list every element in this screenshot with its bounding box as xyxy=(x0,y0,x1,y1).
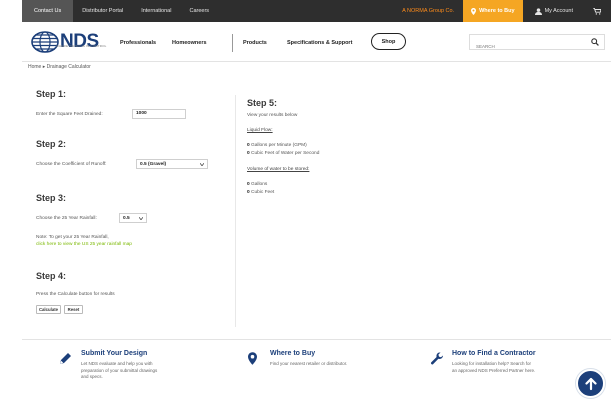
gpm-value: 0 xyxy=(247,143,250,148)
location-pin-icon xyxy=(471,7,477,15)
nav-products[interactable]: Products xyxy=(243,40,267,46)
step4-label: Press the Calculate button for results xyxy=(36,292,115,297)
chevron-down-icon xyxy=(200,163,204,166)
gpm-result: 0 Gallons per Minute (GPM) xyxy=(247,143,307,148)
step4-title: Step 4: xyxy=(36,271,67,281)
find-contractor-desc-line1: Looking for installation help? Search fo… xyxy=(452,361,532,366)
utility-bar: Contact Us Distributor Portal Internatio… xyxy=(22,0,611,22)
careers-link[interactable]: Careers xyxy=(180,0,218,22)
cfs-label: Cubic Feet of Water per Second xyxy=(251,151,320,156)
nav-divider xyxy=(232,34,233,52)
volume-heading: Volume of water to be stored: xyxy=(247,167,310,172)
rainfall-map-link[interactable]: click here to view the US 25 year rainfa… xyxy=(36,242,132,247)
where-to-buy-label: Where to Buy xyxy=(479,8,515,14)
step1-label: Enter the Square Feet Drained: xyxy=(36,112,103,117)
rainfall-select[interactable]: 0.5 xyxy=(119,213,147,223)
nav-homeowners[interactable]: Homeowners xyxy=(172,40,207,46)
where-to-buy-desc: Find your nearest retailer or distributo… xyxy=(270,361,348,366)
gpm-label: Gallons per Minute (GPM) xyxy=(251,143,307,148)
step3-label: Choose the 25 Year Rainfall: xyxy=(36,216,97,221)
runoff-coefficient-select[interactable]: 0.5 (Gravel) xyxy=(136,159,208,169)
footer-divider xyxy=(22,339,611,340)
search-input[interactable] xyxy=(470,39,580,54)
rainfall-value: 0.5 xyxy=(123,215,130,221)
cubic-feet-label: Cubic Feet xyxy=(251,190,275,195)
step5-title: Step 5: xyxy=(247,98,278,108)
norma-group-link[interactable]: A NORMA Group Co. xyxy=(393,8,463,14)
step2-label: Choose the Coefficient of Runoff: xyxy=(36,162,107,167)
main-header: NDS WHERE WATER IS IN CONTROL Profession… xyxy=(22,22,611,62)
submit-design-desc: Let NDS evaluate and help you with prepa… xyxy=(81,361,157,381)
user-icon xyxy=(534,7,542,15)
where-to-buy-button[interactable]: Where to Buy xyxy=(463,0,523,22)
cfs-value: 0 xyxy=(247,151,250,156)
international-link[interactable]: International xyxy=(132,0,180,22)
step5-label: View your results below xyxy=(247,113,298,118)
gallons-label: Gallons xyxy=(251,182,268,187)
step1-title: Step 1: xyxy=(36,89,67,99)
nav-professionals[interactable]: Professionals xyxy=(120,40,156,46)
cart-button[interactable] xyxy=(587,7,611,15)
map-pin-icon xyxy=(248,352,257,365)
search-icon[interactable] xyxy=(591,38,599,46)
distributor-portal-link[interactable]: Distributor Portal xyxy=(73,0,132,22)
find-contractor-desc: Looking for installation help? Search fo… xyxy=(452,361,535,374)
cfs-result: 0 Cubic Feet of Water per Second xyxy=(247,151,319,156)
pencil-icon xyxy=(60,353,71,364)
my-account-link[interactable]: My Account xyxy=(523,7,587,15)
find-contractor-desc-line2: an approved NDS Preferred Partner here. xyxy=(452,367,536,373)
back-to-top-button[interactable] xyxy=(576,369,605,398)
runoff-coefficient-value: 0.5 (Gravel) xyxy=(140,161,167,167)
liquid-flow-heading: Liquid Flow: xyxy=(247,128,273,133)
where-to-buy-title[interactable]: Where to Buy xyxy=(270,350,315,357)
wrench-icon xyxy=(430,352,443,365)
contact-us-link[interactable]: Contact Us xyxy=(22,0,74,22)
gallons-value: 0 xyxy=(247,182,250,187)
search-box xyxy=(469,34,605,54)
rainfall-note: Note: To get your 25 Year Rainfall, clic… xyxy=(36,234,132,248)
submit-design-title[interactable]: Submit Your Design xyxy=(81,350,147,357)
nav-specifications-support[interactable]: Specifications & Support xyxy=(287,40,352,46)
find-contractor-title[interactable]: How to Find a Contractor xyxy=(452,350,536,357)
cubic-feet-result: 0 Cubic Feet xyxy=(247,190,274,195)
submit-design-desc-line1: Let NDS evaluate and help you with xyxy=(81,361,153,366)
submit-design-desc-line3: and specs. xyxy=(81,374,103,379)
logo-tagline: WHERE WATER IS IN CONTROL xyxy=(56,44,107,48)
chevron-down-icon xyxy=(139,217,143,220)
arrow-up-icon xyxy=(584,377,597,390)
cubic-feet-value: 0 xyxy=(247,190,250,195)
logo-wordmark: NDS xyxy=(60,31,99,52)
column-divider xyxy=(235,95,236,327)
step3-title: Step 3: xyxy=(36,193,67,203)
cart-icon xyxy=(593,7,601,15)
step2-title: Step 2: xyxy=(36,139,67,149)
globe-logo-icon xyxy=(31,31,59,53)
breadcrumb[interactable]: Home ▸ Drainage Calculator xyxy=(28,64,91,70)
square-feet-input[interactable]: 1000 xyxy=(132,109,186,119)
gallons-result: 0 Gallons xyxy=(247,182,267,187)
nds-logo[interactable]: NDS xyxy=(31,31,99,53)
my-account-label: My Account xyxy=(544,8,573,14)
calculate-button[interactable]: Calculate xyxy=(36,305,61,314)
shop-button[interactable]: Shop xyxy=(371,33,406,50)
rainfall-note-text: Note: To get your 25 Year Rainfall, xyxy=(36,235,109,240)
reset-button[interactable]: Reset xyxy=(64,305,83,314)
